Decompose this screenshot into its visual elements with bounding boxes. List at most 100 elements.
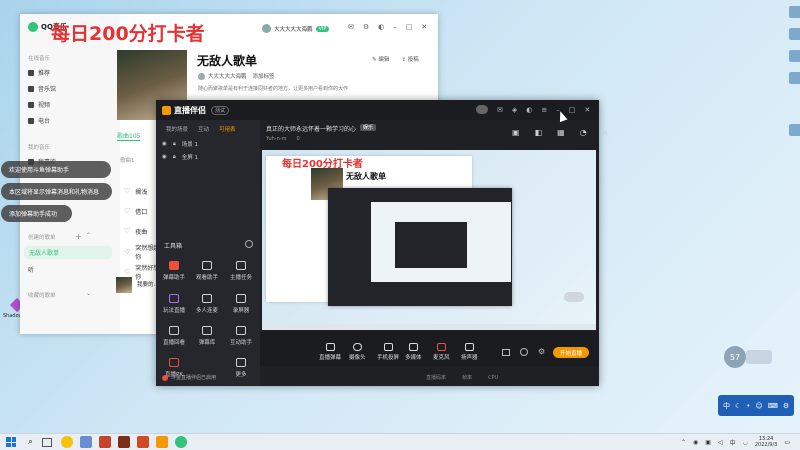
bell-icon[interactable]: ◔	[580, 128, 587, 137]
chevron-up-icon[interactable]: ⌃	[86, 232, 91, 239]
sidebar-item-video[interactable]: 视频	[28, 99, 114, 110]
menu-icon[interactable]: ≡	[541, 106, 547, 114]
close-icon[interactable]: ✕	[584, 106, 590, 114]
search-icon[interactable]: ⌕	[28, 437, 33, 447]
ime-toolbar[interactable]: 中 ☾ • ☺ ⌨ ⚙	[718, 395, 794, 416]
gift-icon[interactable]: ▣	[512, 128, 520, 137]
tool-viewer[interactable]: 观看助手	[192, 261, 222, 285]
game-icon[interactable]	[118, 436, 131, 448]
tab-available[interactable]: 可用表	[219, 125, 236, 133]
message-icon[interactable]: ✉	[497, 106, 503, 114]
share-icon[interactable]: ⋖	[602, 128, 609, 137]
clipboard-icon[interactable]: ◧	[535, 128, 543, 137]
user-info[interactable]: 大大大大大海鹏 VIP	[262, 24, 330, 33]
network-icon[interactable]: ▣	[705, 439, 711, 446]
desktop-icon[interactable]	[789, 28, 800, 40]
stream-app-icon[interactable]	[156, 436, 169, 448]
edit-button[interactable]: ✎ 编辑	[372, 55, 389, 63]
audio-icon[interactable]	[520, 348, 528, 356]
app-icon[interactable]	[80, 436, 93, 448]
add-playlist-icon[interactable]: +	[75, 232, 82, 241]
chevron-down-icon[interactable]: ⌄	[86, 290, 91, 297]
sidebar-item-recent[interactable]: 听	[28, 264, 114, 275]
tool-record[interactable]: 录屏器	[226, 294, 256, 318]
chrome-icon[interactable]	[61, 436, 74, 448]
tool-multi[interactable]: 多人连麦	[192, 294, 222, 318]
stream-preview[interactable]: 无敌人歌单 每日200分打卡者	[262, 150, 596, 330]
game-icon[interactable]	[137, 436, 150, 448]
tool-danmaku[interactable]: 弹幕助手	[159, 261, 189, 285]
tool-play[interactable]: 玩法直播	[159, 294, 189, 318]
ime-moon-icon[interactable]: ☾	[735, 402, 741, 410]
wifi-icon[interactable]: ◡	[743, 439, 748, 446]
clock[interactable]: 13:24 2022/9/3	[755, 436, 777, 448]
avatar[interactable]	[476, 105, 488, 114]
media-button[interactable]: 多媒体	[405, 343, 422, 361]
upload-button[interactable]: ⇪ 投稿	[401, 55, 418, 63]
layout-icon[interactable]: ▦	[557, 128, 565, 137]
room-tag[interactable]: 娱乐	[360, 124, 377, 131]
heart-icon[interactable]: ♡	[124, 268, 130, 276]
chevron-up-icon[interactable]: ⌃	[681, 439, 686, 446]
heart-icon[interactable]: ♡	[124, 207, 130, 215]
tool-more[interactable]: 更多	[226, 358, 256, 382]
tab-songs[interactable]: 歌曲105	[117, 131, 141, 141]
tray-app-icon[interactable]: ◉	[693, 439, 698, 446]
sidebar-item-library[interactable]: 音乐馆	[28, 83, 114, 94]
settings-icon[interactable]: ⚙	[538, 348, 545, 356]
qq-music-icon[interactable]	[175, 436, 188, 448]
desktop-icon[interactable]	[789, 72, 800, 84]
now-playing-cover[interactable]	[116, 277, 132, 293]
game-icon[interactable]	[99, 436, 112, 448]
creator-name[interactable]: 大大大大大海鹏	[208, 72, 247, 80]
heart-icon[interactable]: ♡	[124, 187, 130, 195]
phone-cast-button[interactable]: 手机投屏	[377, 343, 399, 361]
notification-icon[interactable]: ▭	[784, 439, 790, 446]
sidebar-item-active-playlist[interactable]: 无敌人歌单	[24, 246, 112, 259]
heart-icon[interactable]: ♡	[124, 227, 130, 235]
tool-task[interactable]: 主播任务	[226, 261, 256, 285]
tool-library[interactable]: 弹幕库	[192, 326, 222, 350]
lock-icon[interactable]: 🔒︎	[173, 154, 176, 161]
scene-row[interactable]: ◉ 🔒︎ 场景 1	[162, 140, 198, 149]
desktop-icon[interactable]	[789, 6, 800, 18]
message-icon[interactable]: ✉	[348, 23, 354, 31]
ime-punct-icon[interactable]: •	[746, 402, 750, 410]
scene-row[interactable]: ◉ 🔒︎ 全屏 1	[162, 153, 198, 162]
ime-mode[interactable]: 中	[723, 401, 730, 411]
camera-record-icon[interactable]	[502, 349, 510, 356]
toolbox-settings-icon[interactable]	[245, 240, 253, 248]
volume-icon[interactable]: ◁	[718, 439, 723, 446]
camera-button[interactable]: 摄像头	[349, 343, 366, 361]
skin-icon[interactable]: ◐	[378, 23, 384, 31]
speaker-button[interactable]: 扬声器	[461, 343, 478, 361]
ime-settings-icon[interactable]: ⚙	[783, 402, 789, 410]
minimize-icon[interactable]: –	[393, 23, 397, 31]
danmaku-button[interactable]: 直播弹幕	[319, 343, 341, 361]
eye-icon[interactable]: ◉	[162, 154, 167, 160]
settings-icon[interactable]: ⚙	[363, 23, 369, 31]
task-view-icon[interactable]	[42, 437, 53, 447]
desktop-icon[interactable]	[789, 124, 800, 136]
desktop-icon[interactable]	[789, 50, 800, 62]
skin-icon[interactable]: ◐	[526, 106, 532, 114]
sidebar-item-radio[interactable]: 电台	[28, 115, 114, 126]
add-tags-link[interactable]: 添加标签	[253, 72, 275, 80]
maximize-icon[interactable]: □	[406, 23, 413, 31]
heart-icon[interactable]: ♡	[124, 248, 130, 256]
start-button[interactable]	[6, 437, 16, 447]
microphone-button[interactable]: 麦克风	[433, 343, 450, 361]
preview-float-badge[interactable]	[564, 292, 584, 302]
tool-interact[interactable]: 互动助手	[226, 326, 256, 350]
tab-scenes[interactable]: 我的场景	[166, 125, 188, 133]
gift-icon[interactable]: ◈	[512, 106, 517, 114]
float-speed-badge[interactable]: 57	[724, 346, 746, 368]
ime-keyboard-icon[interactable]: ⌨	[768, 402, 778, 410]
room-title[interactable]: 真正的大师永远怀着一颗学习的心	[266, 124, 356, 133]
ime-smile-icon[interactable]: ☺	[755, 402, 762, 410]
lock-icon[interactable]: 🔒︎	[173, 141, 176, 148]
eye-icon[interactable]: ◉	[162, 141, 167, 147]
ime-indicator[interactable]: 中	[730, 438, 736, 447]
close-icon[interactable]: ✕	[421, 23, 427, 31]
sidebar-item-recommend[interactable]: 推荐	[28, 67, 114, 78]
